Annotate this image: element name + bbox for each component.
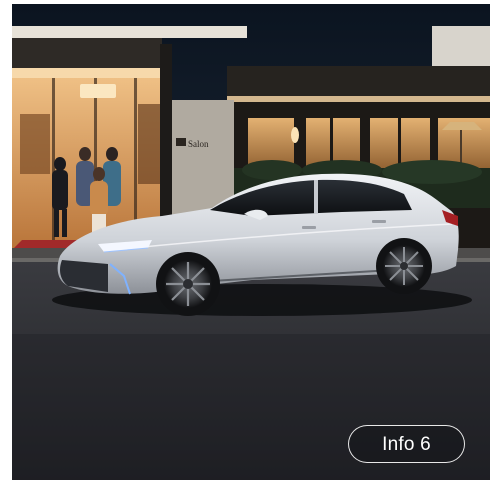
front-wheel xyxy=(156,252,220,316)
car-photo[interactable]: Salon xyxy=(12,4,490,480)
storefront-sign: Salon xyxy=(188,139,209,149)
photo-scene: Salon xyxy=(12,4,490,480)
gallery-card: Salon Info 6 xyxy=(0,0,491,481)
rear-wheel xyxy=(376,238,432,294)
info-button[interactable]: Info 6 xyxy=(348,425,465,463)
